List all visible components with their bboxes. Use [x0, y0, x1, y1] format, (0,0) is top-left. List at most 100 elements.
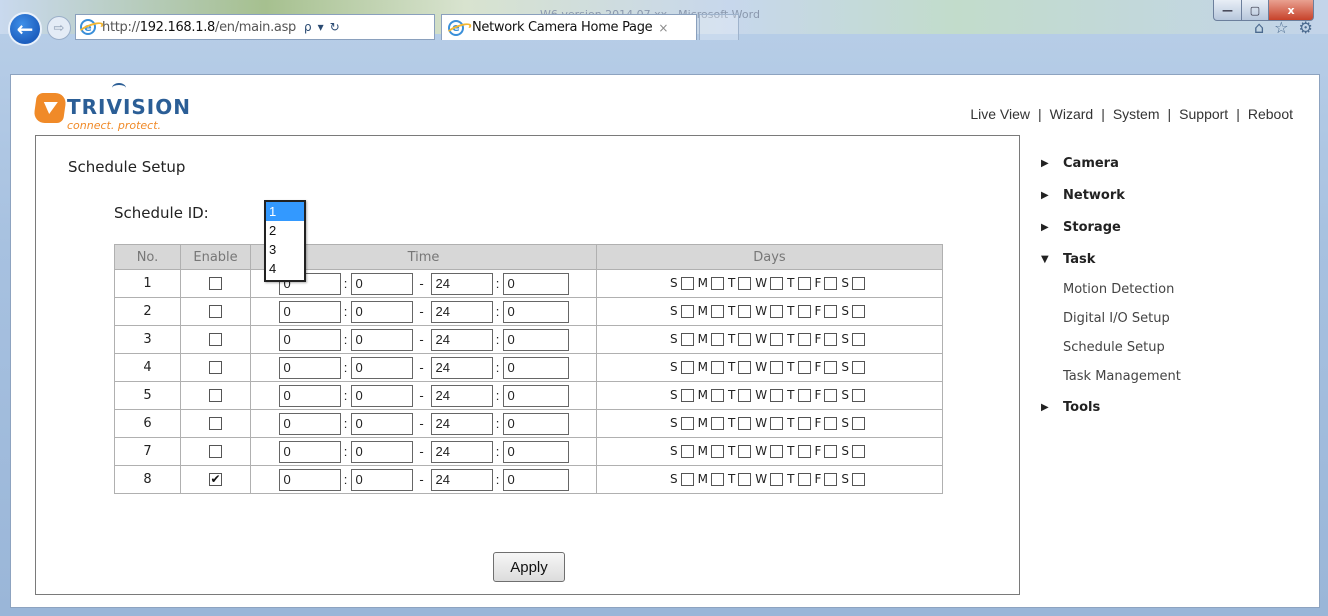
day-checkbox[interactable]: [680, 388, 694, 402]
nav-live-view[interactable]: Live View: [970, 106, 1030, 122]
day-checkbox[interactable]: [824, 332, 838, 346]
day-checkbox[interactable]: [738, 444, 752, 458]
start-hour-input[interactable]: 0: [278, 412, 341, 435]
end-hour-input[interactable]: 24: [430, 440, 493, 463]
day-checkbox[interactable]: [680, 304, 694, 318]
schedule-id-option[interactable]: 4: [266, 259, 304, 278]
day-checkbox[interactable]: [852, 360, 866, 374]
day-checkbox[interactable]: [680, 416, 694, 430]
day-checkbox[interactable]: [824, 276, 838, 290]
day-checkbox[interactable]: [770, 332, 784, 346]
apply-button[interactable]: Apply: [493, 552, 565, 582]
end-minute-input[interactable]: 0: [502, 328, 569, 351]
end-minute-input[interactable]: 0: [502, 356, 569, 379]
start-hour-input[interactable]: 0: [278, 356, 341, 379]
day-checkbox[interactable]: [770, 444, 784, 458]
schedule-id-option[interactable]: 3: [266, 240, 304, 259]
end-minute-input[interactable]: 0: [502, 412, 569, 435]
start-minute-input[interactable]: 0: [350, 272, 413, 295]
chevron-down-icon[interactable]: ▾: [318, 20, 324, 34]
home-icon[interactable]: ⌂: [1254, 18, 1264, 37]
day-checkbox[interactable]: [738, 360, 752, 374]
day-checkbox[interactable]: [797, 276, 811, 290]
day-checkbox[interactable]: [770, 276, 784, 290]
day-checkbox[interactable]: [770, 360, 784, 374]
day-checkbox[interactable]: [770, 472, 784, 486]
day-checkbox[interactable]: [680, 360, 694, 374]
start-minute-input[interactable]: 0: [350, 468, 413, 491]
end-hour-input[interactable]: 24: [430, 328, 493, 351]
favorites-star-icon[interactable]: ☆: [1274, 18, 1288, 37]
day-checkbox[interactable]: [797, 388, 811, 402]
day-checkbox[interactable]: [710, 276, 724, 290]
end-hour-input[interactable]: 24: [430, 300, 493, 323]
enable-checkbox[interactable]: [209, 333, 222, 346]
back-button[interactable]: ←: [8, 12, 42, 46]
start-hour-input[interactable]: 0: [278, 328, 341, 351]
enable-checkbox[interactable]: [209, 361, 222, 374]
sidebar-subitem[interactable]: Schedule Setup: [1039, 333, 1299, 362]
day-checkbox[interactable]: [710, 416, 724, 430]
start-minute-input[interactable]: 0: [350, 412, 413, 435]
start-hour-input[interactable]: 0: [278, 468, 341, 491]
end-minute-input[interactable]: 0: [502, 440, 569, 463]
day-checkbox[interactable]: [852, 304, 866, 318]
day-checkbox[interactable]: [770, 388, 784, 402]
day-checkbox[interactable]: [738, 388, 752, 402]
day-checkbox[interactable]: [824, 472, 838, 486]
day-checkbox[interactable]: [797, 332, 811, 346]
start-hour-input[interactable]: 0: [278, 300, 341, 323]
day-checkbox[interactable]: [852, 444, 866, 458]
address-bar[interactable]: e http://192.168.1.8/en/main.asp ρ ▾ ↻: [75, 14, 435, 40]
start-minute-input[interactable]: 0: [350, 300, 413, 323]
sidebar-item-tools[interactable]: ▶ Tools: [1039, 391, 1299, 423]
day-checkbox[interactable]: [738, 472, 752, 486]
day-checkbox[interactable]: [824, 444, 838, 458]
end-hour-input[interactable]: 24: [430, 356, 493, 379]
refresh-icon[interactable]: ↻: [330, 20, 340, 34]
day-checkbox[interactable]: [738, 304, 752, 318]
day-checkbox[interactable]: [797, 444, 811, 458]
search-icon[interactable]: ρ: [304, 20, 312, 34]
end-minute-input[interactable]: 0: [502, 300, 569, 323]
day-checkbox[interactable]: [738, 332, 752, 346]
sidebar-item-task[interactable]: ▼ Task: [1039, 243, 1299, 275]
day-checkbox[interactable]: [680, 444, 694, 458]
day-checkbox[interactable]: [680, 332, 694, 346]
sidebar-item-camera[interactable]: ▶ Camera: [1039, 147, 1299, 179]
day-checkbox[interactable]: [824, 388, 838, 402]
nav-system[interactable]: System: [1113, 106, 1160, 122]
day-checkbox[interactable]: [738, 416, 752, 430]
gear-icon[interactable]: ⚙: [1299, 18, 1313, 37]
enable-checkbox[interactable]: [209, 417, 222, 430]
start-minute-input[interactable]: 0: [350, 356, 413, 379]
enable-checkbox[interactable]: [209, 445, 222, 458]
day-checkbox[interactable]: [770, 416, 784, 430]
sidebar-subitem[interactable]: Motion Detection: [1039, 275, 1299, 304]
schedule-id-dropdown[interactable]: 1 2 3 4: [264, 200, 306, 282]
end-hour-input[interactable]: 24: [430, 412, 493, 435]
enable-checkbox[interactable]: [209, 389, 222, 402]
end-hour-input[interactable]: 24: [430, 272, 493, 295]
sidebar-item-storage[interactable]: ▶ Storage: [1039, 211, 1299, 243]
start-minute-input[interactable]: 0: [350, 384, 413, 407]
day-checkbox[interactable]: [852, 472, 866, 486]
day-checkbox[interactable]: [797, 304, 811, 318]
nav-reboot[interactable]: Reboot: [1248, 106, 1293, 122]
day-checkbox[interactable]: [852, 332, 866, 346]
day-checkbox[interactable]: [738, 276, 752, 290]
nav-wizard[interactable]: Wizard: [1050, 106, 1094, 122]
day-checkbox[interactable]: [852, 416, 866, 430]
day-checkbox[interactable]: [680, 276, 694, 290]
day-checkbox[interactable]: [710, 472, 724, 486]
end-minute-input[interactable]: 0: [502, 272, 569, 295]
day-checkbox[interactable]: [852, 388, 866, 402]
day-checkbox[interactable]: [710, 360, 724, 374]
start-minute-input[interactable]: 0: [350, 328, 413, 351]
start-hour-input[interactable]: 0: [278, 384, 341, 407]
start-minute-input[interactable]: 0: [350, 440, 413, 463]
end-minute-input[interactable]: 0: [502, 468, 569, 491]
start-hour-input[interactable]: 0: [278, 440, 341, 463]
day-checkbox[interactable]: [710, 304, 724, 318]
enable-checkbox[interactable]: [209, 305, 222, 318]
